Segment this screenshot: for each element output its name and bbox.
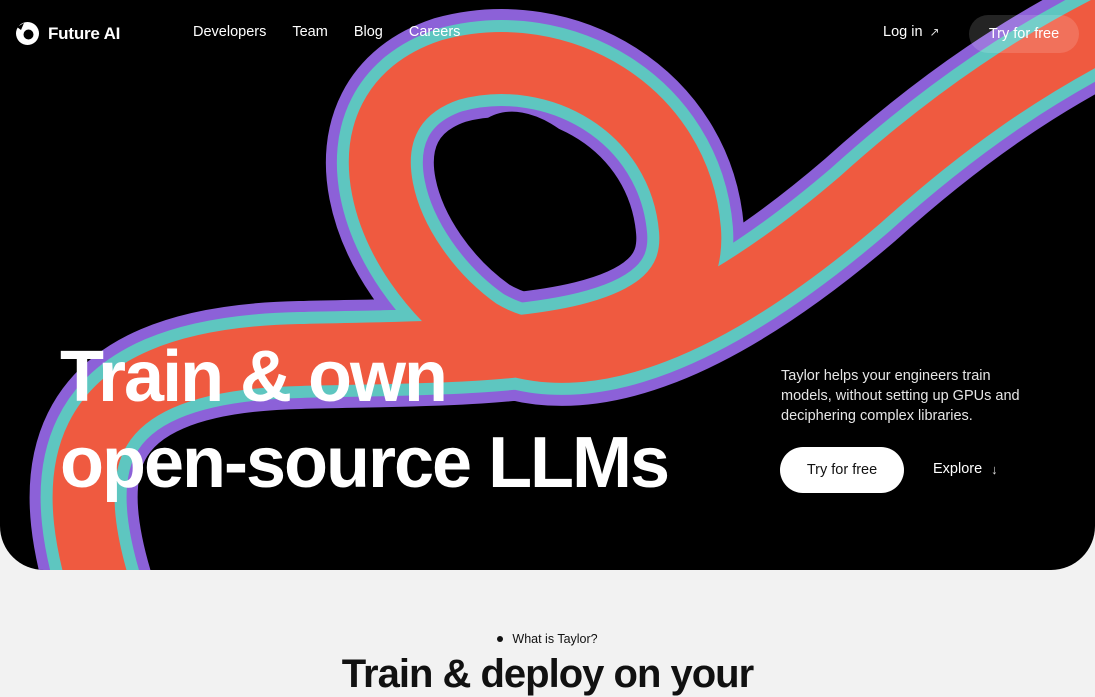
section-eyebrow: What is Taylor?	[0, 632, 1095, 646]
brand[interactable]: Future AI	[15, 21, 120, 46]
hero-headline: Train & own open-source LLMs	[60, 334, 670, 506]
nav-links: Developers Team Blog Careers	[193, 24, 460, 40]
brand-name: Future AI	[48, 23, 121, 43]
nav-link-team[interactable]: Team	[292, 24, 327, 40]
nav-link-developers[interactable]: Developers	[193, 24, 266, 40]
explore-button[interactable]: Explore ↓	[933, 461, 998, 477]
try-for-free-nav-button[interactable]: Try for free	[969, 15, 1079, 53]
login-label: Log in	[883, 24, 923, 40]
nav-link-careers[interactable]: Careers	[409, 24, 461, 40]
hero-description: Taylor helps your engineers train models…	[781, 368, 1020, 424]
hero-section: Future AI Developers Team Blog Careers L…	[0, 0, 1095, 570]
nav-link-blog[interactable]: Blog	[354, 24, 383, 40]
eyebrow-label: What is Taylor?	[512, 632, 598, 646]
explore-label: Explore	[933, 461, 983, 477]
section-title: Train & deploy on your	[341, 652, 754, 696]
future-ai-logo-icon	[16, 22, 39, 45]
headline-line-2: open-source LLMs	[60, 423, 670, 503]
headline-line-1: Train & own	[60, 337, 448, 417]
arrow-down-icon: ↓	[991, 461, 998, 477]
login-link[interactable]: Log in ↗	[883, 24, 940, 40]
top-nav: Future AI Developers Team Blog Careers L…	[0, 0, 1095, 68]
bullet-dot-icon	[497, 636, 504, 642]
try-for-free-button[interactable]: Try for free	[780, 447, 904, 493]
arrow-up-right-icon: ↗	[929, 25, 940, 39]
